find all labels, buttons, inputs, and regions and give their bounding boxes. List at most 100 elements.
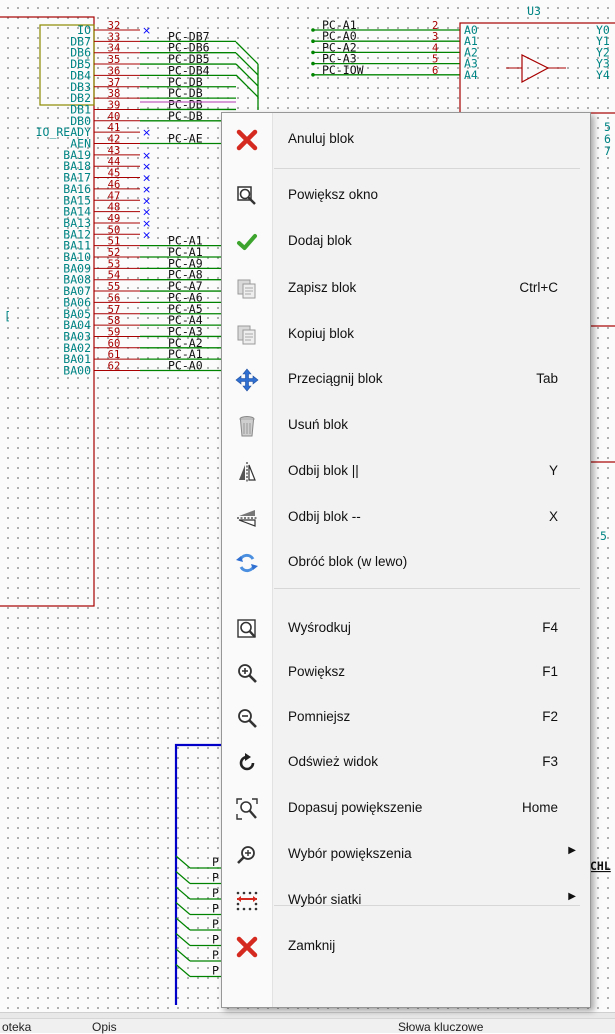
bus-entry [175, 948, 191, 962]
menu-item-wybor-siatki[interactable]: Wybór siatki ▶ [222, 881, 590, 921]
menu-item-dodaj-blok[interactable]: Dodaj blok [222, 222, 590, 262]
menu-item-odswiez-widok[interactable]: Odśwież widok F3 [222, 743, 590, 783]
pin-number: 6 [432, 65, 438, 77]
bus-entry [175, 902, 191, 915]
copy-block-icon [234, 323, 260, 347]
pin-number: 47 [108, 190, 121, 202]
bus-entry [175, 933, 191, 946]
menu-item-label: Zapisz blok [288, 280, 357, 295]
bus-entry [175, 964, 191, 977]
menu-item-dopasuj-powiekszenie[interactable]: Dopasuj powiększenie Home [222, 789, 590, 829]
bus-entry [235, 52, 259, 76]
menu-item-anuluj-blok[interactable]: Anuluj blok [222, 120, 590, 160]
menu-item-shortcut: F1 [542, 664, 558, 679]
menu-item-przeciagnij-blok[interactable]: Przeciągnij blok Tab [222, 360, 590, 400]
menu-item-powieksz[interactable]: Powiększ F1 [222, 653, 590, 693]
menu-item-shortcut: Home [521, 800, 558, 815]
pin-number: 52 [108, 247, 121, 259]
menu-item-label: Powiększ okno [288, 187, 379, 202]
menu-item-pomniejsz[interactable]: Pomniejsz F2 [222, 698, 590, 738]
menu-item-obroc-blok-w-lewo[interactable]: Obróć blok (w lewo) [222, 543, 590, 583]
menu-item-powieksz-okno[interactable]: Powiększ okno [222, 176, 590, 216]
zoom-out-icon [234, 706, 260, 730]
pin-number: 60 [108, 338, 121, 350]
pin-number: 32 [108, 20, 121, 32]
zoom-window-icon [234, 184, 260, 208]
bus-entry [235, 41, 259, 65]
pin-number: 58 [108, 315, 121, 327]
pin-number: 43 [108, 145, 121, 157]
zoom-fit-icon [234, 797, 260, 821]
sheet-fragment: [ [4, 309, 11, 323]
menu-item-label: Wybór powiększenia [288, 846, 412, 861]
junction [311, 73, 315, 77]
pin-number: 45 [108, 168, 121, 180]
cancel-x-icon [234, 128, 260, 152]
net-label: P [212, 871, 219, 885]
center-view-icon [234, 617, 260, 641]
pin-number: 40 [108, 111, 121, 123]
menu-item-label: Odbij blok -- [288, 509, 361, 524]
menu-item-label: Obróć blok (w lewo) [288, 554, 408, 569]
u3-body [459, 22, 615, 114]
component-reference: U3 [527, 4, 541, 18]
pin-name: Y4 [596, 68, 610, 82]
menu-item-odbij-blok[interactable]: Odbij blok -- X [222, 498, 590, 538]
bus-entry [175, 917, 191, 931]
pin-number: 5 [432, 54, 438, 66]
junction [311, 50, 315, 55]
menu-item-label: Usuń blok [288, 417, 349, 432]
move-arrows-icon [234, 368, 260, 392]
menu-item-zapisz-blok[interactable]: Zapisz blok Ctrl+C [222, 269, 590, 309]
pin-number: 59 [108, 326, 121, 338]
pin-number: 2 [432, 20, 438, 32]
pin-number: 34 [108, 43, 121, 55]
menu-item-shortcut: Ctrl+C [519, 280, 558, 295]
pin-number: 4 [432, 42, 438, 54]
menu-item-usun-blok[interactable]: Usuń blok [222, 406, 590, 446]
menu-item-wybor-powiekszenia[interactable]: Wybór powiększenia ▶ [222, 835, 590, 875]
checkmark-icon [234, 230, 260, 254]
grid-icon [234, 889, 260, 913]
pin-number: 49 [108, 213, 121, 225]
pin-number: 36 [108, 65, 121, 77]
zoom-in-icon [234, 661, 260, 685]
pin-number: 55 [108, 281, 121, 293]
submenu-arrow-icon: ▶ [568, 891, 576, 902]
menu-item-label: Zamknij [288, 938, 336, 953]
menu-item-wysrodkuj[interactable]: Wyśrodkuj F4 [222, 609, 590, 649]
net-label: P [212, 855, 219, 869]
close-x-icon [234, 935, 260, 959]
pin-name: BA00 [63, 364, 91, 378]
net-label: PC-A0 [168, 359, 203, 373]
pin-number: 62 [108, 361, 121, 373]
net-label: P [212, 948, 219, 962]
pin-number: 46 [108, 179, 121, 191]
net-label: P [212, 886, 219, 900]
pin-name: 7 [604, 144, 611, 158]
menu-item-kopiuj-blok[interactable]: Kopiuj blok [222, 315, 590, 355]
menu-item-odbij-blok[interactable]: Odbij blok || Y [222, 452, 590, 492]
menu-item-label: Kopiuj blok [288, 326, 355, 341]
pin-number: 38 [108, 88, 121, 100]
net-label: P [212, 902, 219, 916]
pin-number: 3 [432, 31, 438, 43]
pin-number: 50 [108, 224, 121, 236]
library-status-bar: oteka Opis Słowa kluczowe [0, 1018, 615, 1034]
menu-item-shortcut: Tab [536, 371, 558, 386]
bus-entry [235, 63, 259, 87]
buffer-symbol [521, 54, 550, 84]
bus-entry [175, 886, 191, 900]
menu-item-zamknij[interactable]: Zamknij [222, 927, 590, 967]
pin-number: 37 [108, 77, 121, 89]
junction [311, 28, 315, 32]
refresh-icon [234, 751, 260, 775]
menu-separator [274, 168, 580, 169]
mirror-horizontal-icon [234, 506, 260, 530]
menu-item-label: Anuluj blok [288, 131, 355, 146]
menu-item-label: Przeciągnij blok [288, 371, 383, 386]
net-label: P [212, 933, 219, 947]
bus-entry [175, 871, 191, 884]
pin-number: 39 [108, 99, 121, 111]
menu-item-shortcut: F2 [542, 709, 558, 724]
